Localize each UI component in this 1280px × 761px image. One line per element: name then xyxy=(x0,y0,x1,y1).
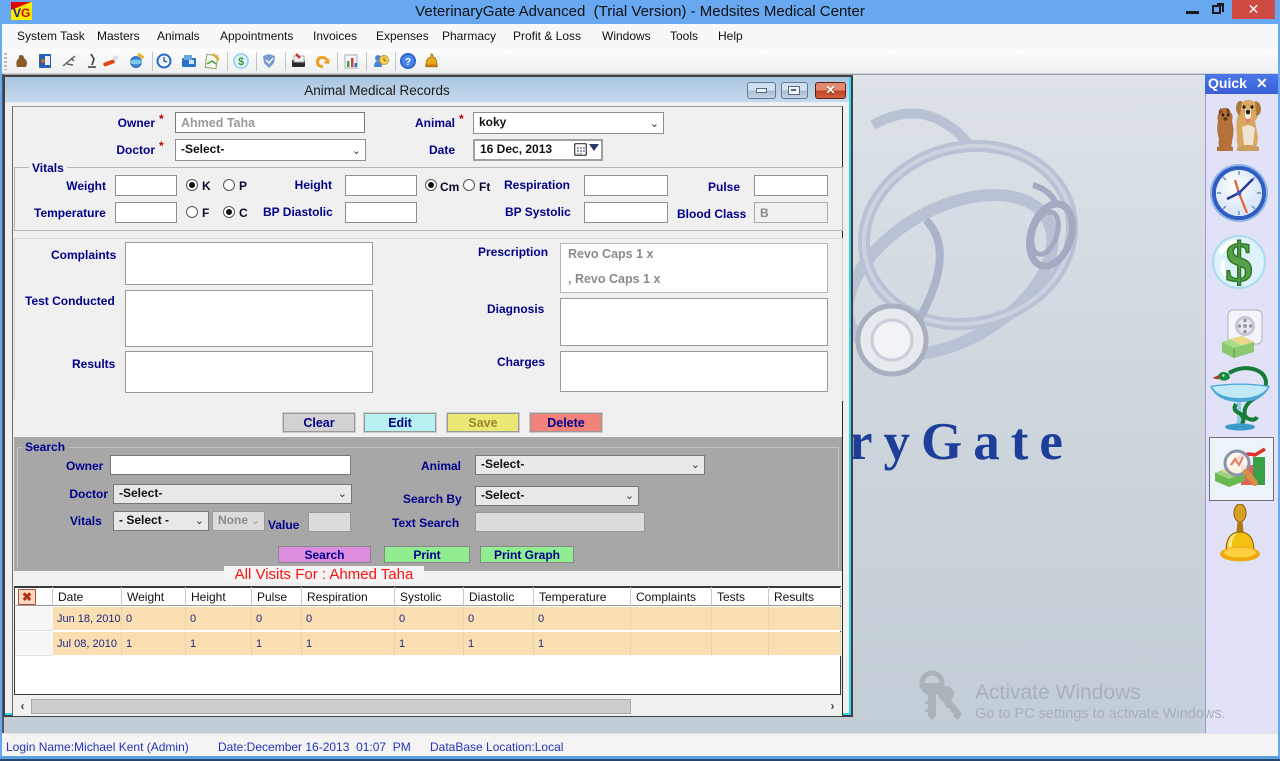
svg-text:$: $ xyxy=(1225,234,1253,291)
svg-text:$: $ xyxy=(238,56,244,68)
svg-text:?: ? xyxy=(405,57,411,68)
